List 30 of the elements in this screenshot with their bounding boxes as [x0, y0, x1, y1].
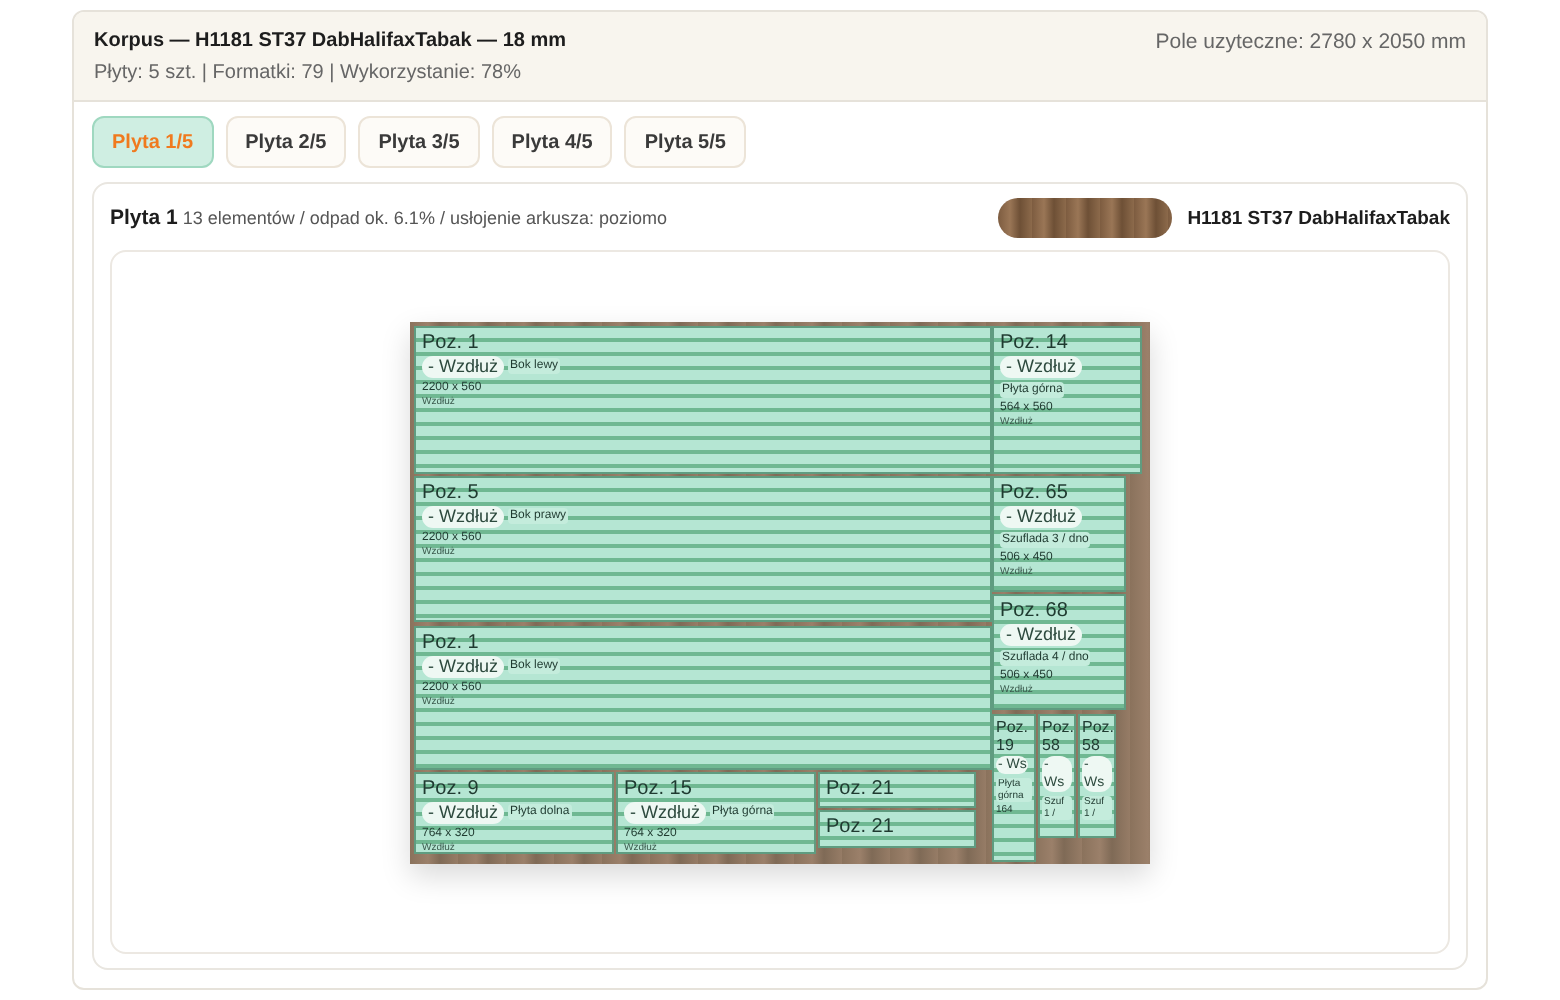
piece-title: Poz. 68 — [1000, 599, 1070, 621]
piece-title: Poz. 21 — [826, 815, 896, 837]
sheet-heading: Plyta 1 13 elementów / odpad ok. 6.1% / usłojenie arkusza: poziomo — [110, 206, 668, 230]
grain-direction-badge: - Wzdłuż — [422, 355, 505, 377]
piece-title: Poz. 9 — [422, 777, 481, 799]
piece-title: Poz. 58 — [1042, 717, 1072, 753]
piece-title: Poz. 19 — [996, 717, 1031, 753]
sheet-tab[interactable]: Plyta 2/5 — [225, 116, 347, 168]
project-title: Korpus — H1181 ST37 DabHalifaxTabak — 18 mm — [94, 30, 567, 52]
piece-title: Poz. 5 — [422, 481, 481, 503]
grain-direction-badge: - Wzdłuż — [1000, 623, 1083, 645]
piece-title: Poz. 1 — [422, 631, 481, 653]
grain-direction-badge: - Wzdłuż — [1000, 355, 1083, 377]
grain-direction-badge: - Wzdłuż — [1000, 505, 1083, 527]
piece-title: Poz. 14 — [1000, 331, 1070, 353]
project-summary: Płyty: 5 szt. | Formatki: 79 | Wykorzystanie: 78% — [94, 62, 524, 84]
piece-title: Poz. 58 — [1082, 717, 1112, 753]
sheet-tab[interactable]: Plyta 5/5 — [624, 116, 746, 168]
material-name: H1181 ST37 DabHalifaxTabak — [1187, 207, 1450, 229]
piece-title: Poz. 21 — [826, 777, 896, 799]
usable-area: Pole uzyteczne: 2780 x 2050 mm — [1155, 30, 1466, 84]
sheet-tab[interactable]: Plyta 4/5 — [491, 116, 613, 168]
piece-title: Poz. 65 — [1000, 481, 1070, 503]
grain-direction-badge: - Wzdłuż — [422, 801, 505, 823]
sheet-tab[interactable]: Plyta 3/5 — [358, 116, 480, 168]
piece-title: Poz. 1 — [422, 331, 481, 353]
piece-title: Poz. 15 — [624, 777, 694, 799]
grain-direction-badge: - Wzdłuż — [624, 801, 707, 823]
grain-direction-badge: - Wzdłuż — [422, 655, 505, 677]
grain-direction-badge: - Wzdłuż — [422, 505, 505, 527]
